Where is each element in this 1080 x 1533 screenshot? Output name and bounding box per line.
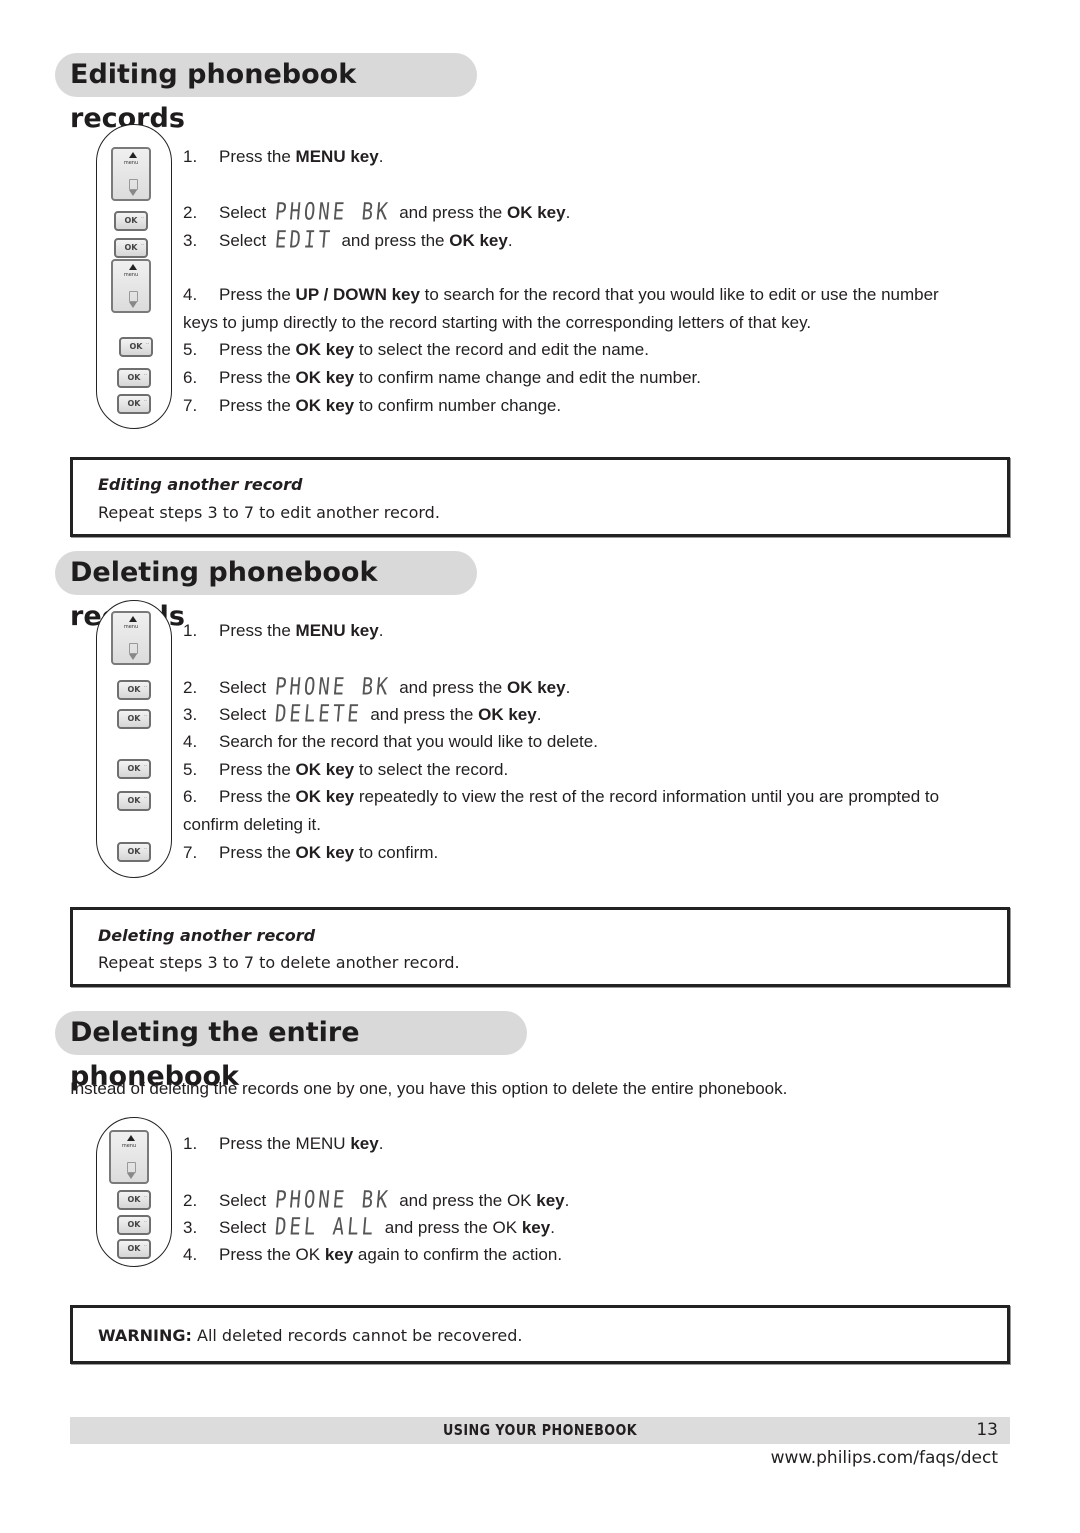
step-continuation: confirm deleting it.	[183, 815, 321, 834]
ok-key-icon: OK ⋅⋅	[119, 337, 153, 357]
step: 1. Press the MENU key.	[183, 147, 384, 166]
section-heading-delete-all: Deleting the entire phonebook	[55, 1011, 527, 1092]
ok-key-icon: OK ⋅⋅	[117, 791, 151, 811]
warning-text: WARNING: All deleted records cannot be r…	[98, 1326, 523, 1345]
step: 7. Press the OK key to confirm number cha…	[183, 396, 562, 415]
note-box-deleting: Deleting another record Repeat steps 3 t…	[70, 907, 1010, 987]
step: 1. Press the MENU key.	[183, 621, 384, 640]
footer-chapter-title: USING YOUR PHONEBOOK	[442, 1421, 638, 1439]
lcd-text: DEL ALL	[273, 1213, 378, 1241]
ok-key-icon: OK ⋅⋅	[117, 368, 151, 388]
ok-key-icon: OK ⋅⋅	[117, 1190, 151, 1210]
step: 3. Select DELETE and press the OK key.	[183, 700, 542, 728]
ok-key-icon: OK ⋅⋅	[117, 680, 151, 700]
step: 7. Press the OK key to confirm.	[183, 843, 439, 862]
step: 3. Select EDIT and press the OK key.	[183, 226, 513, 254]
menu-key-icon: menu	[111, 611, 151, 665]
ok-key-icon: OK ⋅⋅	[114, 238, 148, 258]
ok-key-icon: OK ⋅⋅	[117, 842, 151, 862]
footer-bar: USING YOUR PHONEBOOK 13	[70, 1417, 1010, 1444]
step: 6. Press the OK key repeatedly to view th…	[183, 787, 940, 806]
ok-key-icon: OK ⋅⋅	[117, 709, 151, 729]
warning-box: WARNING: All deleted records cannot be r…	[70, 1305, 1010, 1364]
handset-keypad-illustration: menu OK ⋅⋅ OK ⋅⋅ OK ⋅⋅ OK ⋅⋅ OK ⋅⋅	[96, 600, 172, 878]
step: 5. Press the OK key to select the record …	[183, 340, 649, 359]
note-title: Editing another record	[98, 475, 303, 494]
step: 2. Select PHONE BK and press the OK key.	[183, 1186, 570, 1214]
step: 1. Press the MENU key.	[183, 1134, 384, 1153]
step-continuation: keys to jump directly to the record star…	[183, 313, 812, 332]
step: 4. Press the UP / DOWN key to search for …	[183, 285, 939, 304]
menu-key-icon: menu	[111, 147, 151, 201]
handset-keypad-illustration: menu OK ⋅⋅ OK ⋅⋅ OK ⋅⋅	[96, 1117, 172, 1267]
lcd-text: PHONE BK	[273, 198, 392, 226]
step: 5. Press the OK key to select the record.	[183, 760, 509, 779]
note-title: Deleting another record	[98, 926, 316, 945]
lcd-text: DELETE	[273, 700, 363, 728]
handset-keypad-illustration: menu OK ⋅⋅ OK ⋅⋅ menu OK ⋅⋅ OK ⋅⋅ OK ⋅⋅	[96, 124, 172, 429]
step: 4. Search for the record that you would l…	[183, 732, 598, 751]
ok-key-icon: OK ⋅⋅	[117, 1239, 151, 1259]
step: 6. Press the OK key to confirm name chang…	[183, 368, 701, 387]
menu-key-icon: menu	[111, 259, 151, 313]
section-heading-deleting: Deleting phonebook records	[55, 551, 477, 632]
ok-key-icon: OK ⋅⋅	[117, 1215, 151, 1235]
step: 3. Select DEL ALL and press the OK key.	[183, 1213, 555, 1241]
ok-key-icon: OK ⋅⋅	[114, 211, 148, 231]
lcd-text: PHONE BK	[273, 673, 392, 701]
lcd-text: EDIT	[273, 226, 334, 254]
footer-url: www.philips.com/faqs/dect	[770, 1448, 998, 1468]
step: 2. Select PHONE BK and press the OK key.	[183, 198, 571, 226]
lcd-text: PHONE BK	[273, 1186, 392, 1214]
menu-key-icon: menu	[109, 1130, 149, 1184]
ok-key-icon: OK ⋅⋅	[117, 759, 151, 779]
step: 4. Press the OK key again to confirm the …	[183, 1245, 563, 1264]
step: 2. Select PHONE BK and press the OK key.	[183, 673, 571, 701]
page-number: 13	[976, 1420, 998, 1440]
note-text: Repeat steps 3 to 7 to edit another reco…	[98, 503, 440, 522]
intro-paragraph: Instead of deleting the records one by o…	[70, 1079, 788, 1098]
ok-key-icon: OK ⋅⋅	[117, 394, 151, 414]
note-box-editing: Editing another record Repeat steps 3 to…	[70, 457, 1010, 537]
section-heading-editing: Editing phonebook records	[55, 53, 477, 134]
warning-label: WARNING:	[98, 1326, 192, 1345]
note-text: Repeat steps 3 to 7 to delete another re…	[98, 953, 460, 972]
